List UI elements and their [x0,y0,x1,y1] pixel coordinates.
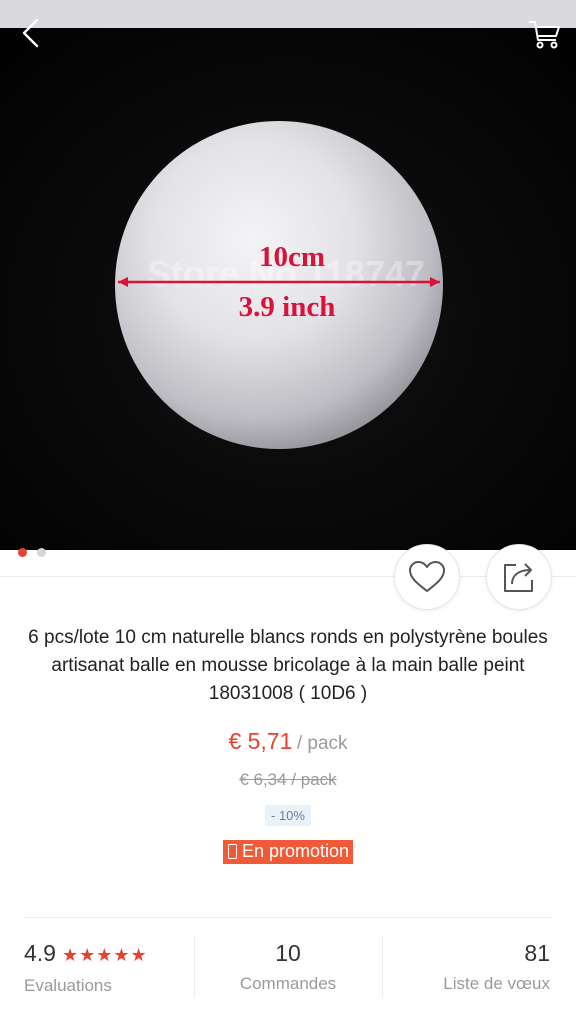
orders-label: Commandes [239,974,337,993]
chevron-left-icon [22,18,39,48]
rating-value: 4.9 [24,940,56,966]
dimension-cm-text: 10cm [259,241,325,273]
back-button[interactable] [14,16,48,50]
carousel-indicator [18,548,46,557]
foam-ball-photo: Store No.118747 10cm 3.9 inch [0,28,576,550]
wishlist-stat[interactable]: 81 Liste de vœux [382,936,550,1000]
orders-count: 10 [275,940,301,966]
product-title: 6 pcs/lote 10 cm naturelle blancs ronds … [28,627,548,704]
heart-icon [409,561,445,592]
discount-badge: - 10% [265,805,311,826]
promotion-label: En promotion [241,841,350,861]
divider [24,917,552,918]
carousel-dot-active[interactable] [18,548,27,557]
wishlist-count: 81 [524,940,550,966]
current-price: € 5,71 [228,728,293,754]
wishlist-label: Liste de vœux [443,974,550,993]
original-price: € 6,34 / pack [239,770,337,789]
rating-stars: ★★★★★ [61,945,148,965]
cart-icon [529,21,560,49]
status-bar [0,0,576,28]
carousel-dot[interactable] [37,548,46,557]
reviews-stat[interactable]: 4.9 ★★★★★ Evaluations [24,936,194,1000]
wishlist-button[interactable] [394,544,460,610]
cart-button[interactable] [526,16,564,52]
reviews-label: Evaluations [24,976,112,995]
share-button[interactable] [486,544,552,610]
promotion-badge: En promotion [222,840,354,864]
price-row: € 5,71 / pack [0,728,576,755]
price-unit: / pack [296,733,348,754]
product-image[interactable]: Store No.118747 10cm 3.9 inch [0,28,576,550]
product-stats: 4.9 ★★★★★ Evaluations 10 Commandes 81 Lis… [0,936,576,1006]
orders-stat[interactable]: 10 Commandes [194,936,382,1000]
phone-icon [227,844,237,859]
dimension-inch-text: 3.9 inch [239,291,336,323]
share-icon [504,563,533,592]
